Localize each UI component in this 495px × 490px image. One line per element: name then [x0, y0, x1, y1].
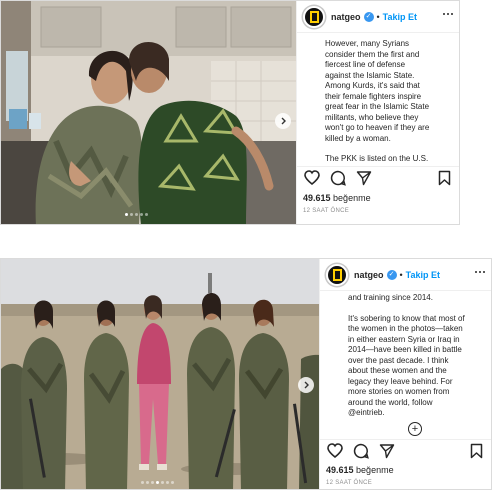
comment-icon[interactable] [352, 442, 370, 460]
bookmark-icon[interactable] [435, 169, 453, 187]
post-1-photo[interactable] [1, 1, 296, 224]
verified-badge-icon: ✓ [386, 269, 397, 280]
post-1-header: natgeo ✓ • Takip Et [297, 1, 459, 33]
caption-paragraph: and training since 2014. [348, 293, 433, 302]
likes-label: beğenme [356, 465, 394, 475]
post-card-1: natgeo ✓ • Takip Et However, many Syrian… [0, 0, 460, 225]
heart-icon[interactable] [326, 442, 344, 460]
more-options-icon[interactable] [475, 271, 485, 275]
avatar[interactable] [303, 5, 325, 28]
username-link[interactable]: natgeo [354, 270, 384, 280]
share-icon[interactable] [378, 442, 396, 460]
share-icon[interactable] [355, 169, 373, 187]
carousel-next-button[interactable] [298, 377, 314, 393]
post-time: 12 SAAT ÖNCE [303, 208, 350, 214]
follow-button[interactable]: Takip Et [406, 270, 440, 280]
caption-paragraph: It's sobering to know that most of the w… [348, 313, 465, 418]
post-2-side-panel: natgeo ✓ • Takip Et and training since 2… [319, 259, 491, 489]
caption-paragraph: However, many Syrians consider them the … [325, 39, 430, 143]
likes-number: 49.615 [326, 465, 354, 475]
post-2-photo-scene [1, 259, 319, 489]
heart-icon[interactable] [303, 169, 321, 187]
post-2-header: natgeo ✓ • Takip Et [320, 259, 491, 291]
post-2-caption: and training since 2014. It's sobering t… [320, 293, 491, 423]
separator: • [399, 269, 403, 280]
comment-icon[interactable] [329, 169, 347, 187]
post-card-2: natgeo ✓ • Takip Et and training since 2… [0, 258, 492, 490]
post-time: 12 SAAT ÖNCE [326, 480, 373, 486]
chevron-right-icon [304, 381, 309, 389]
avatar[interactable] [326, 263, 348, 286]
plus-circle-icon[interactable]: + [408, 422, 422, 436]
post-1-caption: However, many Syrians consider them the … [297, 39, 459, 163]
separator: • [376, 11, 380, 22]
verified-badge-icon: ✓ [363, 11, 374, 22]
more-options-icon[interactable] [443, 13, 453, 17]
caption-paragraph: The PKK is listed on the U.S. State Depa… [325, 154, 429, 163]
carousel-next-button[interactable] [275, 113, 291, 129]
carousel-indicator [141, 481, 174, 484]
carousel-indicator [125, 213, 148, 216]
post-1-actions [297, 166, 459, 188]
likes-label: beğenme [333, 193, 371, 203]
likes-count[interactable]: 49.615 beğenme [303, 193, 371, 203]
bookmark-icon[interactable] [467, 442, 485, 460]
post-2-photo[interactable] [1, 259, 319, 489]
post-1-side-panel: natgeo ✓ • Takip Et However, many Syrian… [296, 1, 459, 224]
post-1-photo-scene [1, 1, 296, 224]
chevron-right-icon [281, 117, 286, 125]
post-2-actions [320, 439, 491, 461]
follow-button[interactable]: Takip Et [383, 12, 417, 22]
likes-number: 49.615 [303, 193, 331, 203]
likes-count[interactable]: 49.615 beğenme [326, 465, 394, 475]
username-link[interactable]: natgeo [331, 12, 361, 22]
